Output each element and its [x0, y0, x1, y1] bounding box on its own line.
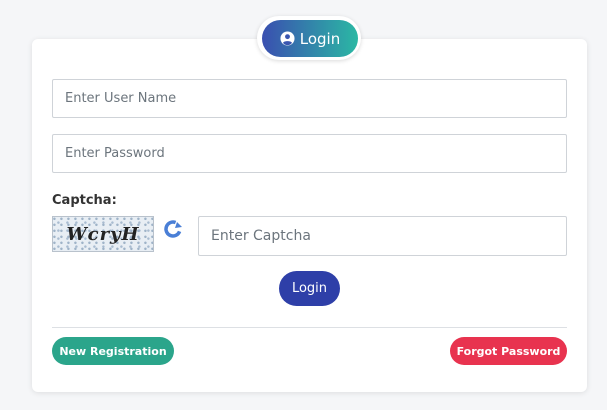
captcha-text: WcryH [66, 223, 140, 245]
refresh-icon[interactable] [162, 218, 184, 240]
user-circle-icon [280, 31, 295, 46]
captcha-input[interactable] [198, 216, 567, 256]
password-input[interactable] [52, 134, 567, 173]
captcha-label: Captcha: [52, 193, 117, 208]
divider [52, 327, 567, 328]
new-registration-button[interactable]: New Registration [52, 337, 174, 365]
captcha-image: WcryH [52, 216, 154, 252]
login-badge-label: Login [299, 29, 341, 48]
login-badge: Login [262, 20, 358, 57]
username-input[interactable] [52, 79, 567, 118]
login-button[interactable]: Login [279, 271, 340, 306]
forgot-password-button[interactable]: Forgot Password [450, 337, 567, 365]
